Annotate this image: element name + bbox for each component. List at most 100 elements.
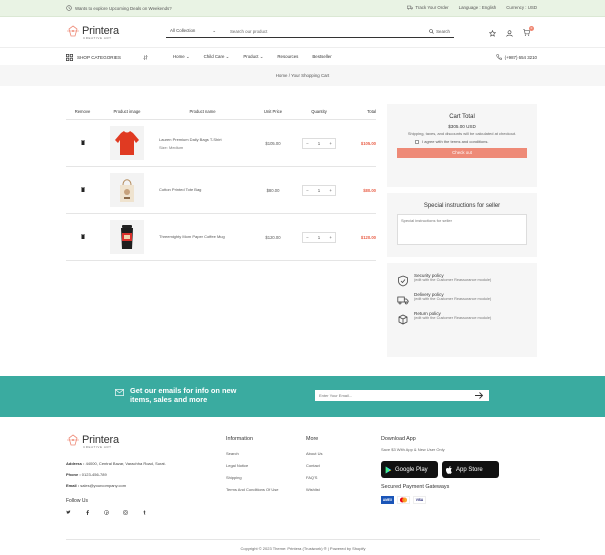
special-instructions-panel: Special instructions for seller xyxy=(387,193,537,257)
visa-card-icon: VISA xyxy=(413,496,426,504)
minus-icon[interactable]: − xyxy=(306,141,309,146)
minus-icon[interactable]: − xyxy=(306,235,309,240)
footer-link-search[interactable]: Search xyxy=(226,448,278,460)
nav-item-resources[interactable]: Resources xyxy=(277,54,298,60)
chevron-down-icon: ⌄ xyxy=(225,54,230,59)
product-image-tshirt[interactable] xyxy=(110,126,144,160)
minus-icon[interactable]: − xyxy=(306,188,309,193)
track-order-link[interactable]: Track Your Order xyxy=(407,5,449,10)
chevron-down-icon: ⌄ xyxy=(212,28,216,33)
nav-item-home[interactable]: Home ⌄ xyxy=(173,54,190,60)
terms-checkbox[interactable] xyxy=(415,139,419,144)
nav-item-child-care[interactable]: Child Care ⌄ xyxy=(204,54,230,60)
download-app-subtitle: Save $3 With App & New User Only xyxy=(381,447,445,452)
trash-icon[interactable] xyxy=(80,140,85,145)
plus-icon[interactable]: + xyxy=(329,235,332,240)
security-policy: Security policy (edit with the Customer R… xyxy=(397,273,537,287)
sort-icon xyxy=(143,55,148,60)
account-icon[interactable] xyxy=(506,30,513,37)
cart-button[interactable]: 0 xyxy=(523,26,534,38)
truck-icon xyxy=(397,296,409,305)
google-play-button[interactable]: Google Play xyxy=(381,461,438,478)
breadcrumb-home[interactable]: Home xyxy=(276,73,288,78)
header-quantity: Quantity xyxy=(311,109,327,114)
grid-icon xyxy=(66,54,73,61)
cart-count-badge: 0 xyxy=(529,26,534,31)
tumblr-icon[interactable] xyxy=(142,510,147,515)
truck-icon xyxy=(407,5,414,10)
arrow-right-icon[interactable] xyxy=(474,391,484,400)
quantity-value: 1 xyxy=(317,187,321,193)
copyright: Copyright © 2023 Theme: Printera (Trustw… xyxy=(66,539,540,551)
product-name-link[interactable]: Threemighty Mom Paper Coffee Mug xyxy=(155,234,250,240)
trash-icon[interactable] xyxy=(80,234,85,239)
checkout-button[interactable]: Check out xyxy=(397,148,527,158)
instagram-icon[interactable] xyxy=(123,510,128,515)
footer-info-title: Information xyxy=(226,436,253,442)
table-row: Lauren Premium Daily Bags T-Shirt Size: … xyxy=(66,120,376,167)
logo[interactable]: Printera CREATIVE ART xyxy=(66,25,119,40)
logo-tagline: CREATIVE ART xyxy=(83,36,112,40)
quantity-stepper[interactable]: − 1 + xyxy=(302,231,336,243)
footer-link-contact[interactable]: Contact xyxy=(306,460,322,472)
trash-icon[interactable] xyxy=(80,187,85,192)
plus-icon[interactable]: + xyxy=(329,188,332,193)
coffee-mug-image xyxy=(121,225,133,249)
clock-icon xyxy=(66,5,72,11)
email-text[interactable]: sales@yourcompany.com xyxy=(80,483,126,488)
breadcrumb-separator: / xyxy=(288,73,290,78)
search-button[interactable]: Search xyxy=(429,29,454,34)
plus-icon[interactable]: + xyxy=(329,141,332,146)
table-row: Cotton Printed Tote Bag $80.00 − 1 + $80… xyxy=(66,167,376,214)
footer-logo[interactable]: Printera CREATIVE ART xyxy=(66,434,119,449)
header-total: Total xyxy=(367,109,376,114)
footer-link-shipping[interactable]: Shipping xyxy=(226,472,278,484)
announcement-text: Wants to explore Upcoming Deals on Weeke… xyxy=(75,5,172,11)
phone-number: (+987) 654 3210 xyxy=(504,54,537,60)
apple-icon xyxy=(446,465,452,474)
mail-icon xyxy=(115,389,124,396)
payment-title: Secured Payment Gateways xyxy=(381,484,450,490)
search-category-select[interactable]: All Collection ⌄ xyxy=(166,28,222,34)
search-input[interactable]: Search our product xyxy=(222,29,429,34)
payment-cards: AMEX VISA xyxy=(381,496,499,504)
footer: Printera CREATIVE ART Address : 44000, C… xyxy=(0,417,605,555)
terms-agree[interactable]: I agree with the terms and conditions. xyxy=(415,139,537,144)
footer-link-wishlist[interactable]: Wishlist xyxy=(306,484,322,496)
footer-link-terms[interactable]: Terms And Conditions Of Use xyxy=(226,484,278,496)
breadcrumb: Home / Your Shopping Cart xyxy=(0,65,605,86)
product-name-link[interactable]: Cotton Printed Tote Bag xyxy=(155,187,250,193)
chevron-down-icon: ⌄ xyxy=(259,54,264,59)
nav-item-product[interactable]: Product ⌄ xyxy=(243,54,263,60)
newsletter-email-input[interactable] xyxy=(315,390,489,401)
newsletter-band: Get our emails for info on new items, sa… xyxy=(0,376,605,417)
header-remove: Remove xyxy=(74,109,91,114)
language-select[interactable]: Language : English xyxy=(459,5,497,10)
shop-categories-button[interactable]: SHOP CATEGORIES xyxy=(66,54,148,61)
wishlist-star-icon[interactable] xyxy=(489,30,496,37)
pinterest-icon[interactable] xyxy=(104,510,109,515)
product-image-mug[interactable] xyxy=(110,220,144,254)
footer-link-legal[interactable]: Legal Notice xyxy=(226,460,278,472)
quantity-stepper[interactable]: − 1 + xyxy=(302,137,336,149)
special-instructions-input[interactable] xyxy=(397,214,527,245)
footer-link-faq[interactable]: FAQ'S xyxy=(306,472,322,484)
app-store-button[interactable]: App Store xyxy=(442,461,499,478)
currency-select[interactable]: Currency : USD xyxy=(506,5,537,10)
quantity-stepper[interactable]: − 1 + xyxy=(302,184,336,196)
footer-contact: Address : 44000, Central Bazar, Varachha… xyxy=(66,458,166,491)
phone-contact[interactable]: (+987) 654 3210 xyxy=(496,54,537,60)
twitter-icon[interactable] xyxy=(66,510,71,515)
product-image-tote[interactable] xyxy=(110,173,144,207)
delivery-policy: Delivery policy (edit with the Customer R… xyxy=(397,292,537,306)
shield-icon xyxy=(398,275,408,287)
product-name-link[interactable]: Lauren Premium Daily Bags T-Shirt xyxy=(155,137,250,143)
policy-desc: (edit with the Customer Reassurance modu… xyxy=(414,278,492,282)
reassurance-panel: Security policy (edit with the Customer R… xyxy=(387,263,537,357)
follow-us-title: Follow Us xyxy=(66,498,88,504)
facebook-icon[interactable] xyxy=(85,510,90,515)
nav-item-bestseller[interactable]: Bestseller xyxy=(312,54,331,60)
footer-link-about[interactable]: About Us xyxy=(306,448,322,460)
line-total: $120.00 xyxy=(360,234,376,240)
tote-bag-image xyxy=(120,179,134,202)
